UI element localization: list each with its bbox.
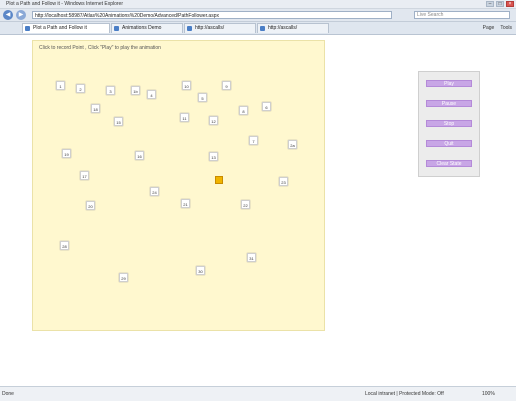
clear-state-button[interactable]: Clear State [426, 160, 472, 167]
tab-label: Animations Demo [122, 25, 162, 31]
path-point[interactable]: 20 [86, 201, 95, 210]
path-point[interactable]: 2 [76, 84, 85, 93]
search-input[interactable]: Live Search [414, 11, 510, 19]
pause-button[interactable]: Pause [426, 100, 472, 107]
path-point[interactable]: 4 [147, 90, 156, 99]
path-point[interactable]: 3 [106, 86, 115, 95]
path-point[interactable]: 28 [60, 241, 69, 250]
control-panel: Play Pause Stop Quit Clear State [418, 71, 480, 177]
path-point[interactable]: 18 [91, 104, 100, 113]
path-point[interactable]: 6 [262, 102, 271, 111]
path-point[interactable]: 2a [288, 140, 297, 149]
forward-button[interactable]: ▶ [16, 10, 26, 20]
tab-ascalls-2[interactable]: http://ascalls/ [257, 23, 329, 33]
path-point[interactable]: 19 [62, 149, 71, 158]
play-button[interactable]: Play [426, 80, 472, 87]
tab-label: http://ascalls/ [268, 25, 298, 31]
page-icon [187, 26, 192, 31]
path-point[interactable]: 16 [135, 151, 144, 160]
window-controls: – □ × [486, 1, 514, 7]
window-titlebar: Plot a Path and Follow it - Windows Inte… [0, 0, 516, 9]
tab-plot-path[interactable]: Plot a Path and Follow it [22, 23, 110, 33]
maximize-button[interactable]: □ [496, 1, 504, 7]
page-menu[interactable]: Page [483, 24, 495, 32]
page-icon [114, 26, 119, 31]
stop-button[interactable]: Stop [426, 120, 472, 127]
path-point[interactable]: 1b [131, 86, 140, 95]
path-point[interactable]: 21 [181, 199, 190, 208]
path-point[interactable]: 23 [279, 177, 288, 186]
status-text: Done [2, 391, 14, 397]
path-point[interactable]: 15 [114, 117, 123, 126]
security-zone: Local intranet | Protected Mode: Off [365, 391, 444, 397]
path-point[interactable]: 8 [239, 106, 248, 115]
tab-label: Plot a Path and Follow it [33, 25, 87, 31]
path-point[interactable]: 9 [222, 81, 231, 90]
minimize-button[interactable]: – [486, 1, 494, 7]
path-point[interactable]: 10 [182, 81, 191, 90]
page-icon [25, 26, 30, 31]
address-bar: ◀ ▶ http://localhost:58987/Atlas%20Anima… [0, 9, 516, 22]
path-point[interactable]: 7 [249, 136, 258, 145]
path-point[interactable]: 1 [56, 81, 65, 90]
tab-animations-demo[interactable]: Animations Demo [111, 23, 183, 33]
quit-button[interactable]: Quit [426, 140, 472, 147]
path-point[interactable]: 12 [209, 116, 218, 125]
page-icon [260, 26, 265, 31]
path-point[interactable]: 11 [180, 113, 189, 122]
close-button[interactable]: × [506, 1, 514, 7]
path-point[interactable]: 30 [196, 266, 205, 275]
tools-menu[interactable]: Tools [500, 24, 512, 32]
url-input[interactable]: http://localhost:58987/Atlas%20Animation… [32, 11, 392, 19]
path-point[interactable]: 17 [80, 171, 89, 180]
tab-ascalls-1[interactable]: http://ascalls/ [184, 23, 256, 33]
window-title: Plot a Path and Follow it - Windows Inte… [6, 1, 123, 7]
path-point[interactable]: 24 [150, 187, 159, 196]
follower-marker [215, 176, 223, 184]
command-bar: Page Tools [483, 24, 512, 32]
canvas-instruction: Click to record Point , Click "Play" to … [39, 45, 161, 51]
page-content: Click to record Point , Click "Play" to … [0, 35, 516, 386]
back-button[interactable]: ◀ [3, 10, 13, 20]
tab-label: http://ascalls/ [195, 25, 225, 31]
status-bar: Done Local intranet | Protected Mode: Of… [0, 386, 516, 401]
zoom-level[interactable]: 100% [482, 387, 495, 401]
path-point[interactable]: 13 [209, 152, 218, 161]
tab-bar: Plot a Path and Follow it Animations Dem… [0, 22, 516, 35]
path-point[interactable]: 31 [247, 253, 256, 262]
path-point[interactable]: 29 [119, 273, 128, 282]
path-point[interactable]: 22 [241, 200, 250, 209]
path-point[interactable]: 5 [198, 93, 207, 102]
path-canvas[interactable]: Click to record Point , Click "Play" to … [32, 40, 325, 331]
